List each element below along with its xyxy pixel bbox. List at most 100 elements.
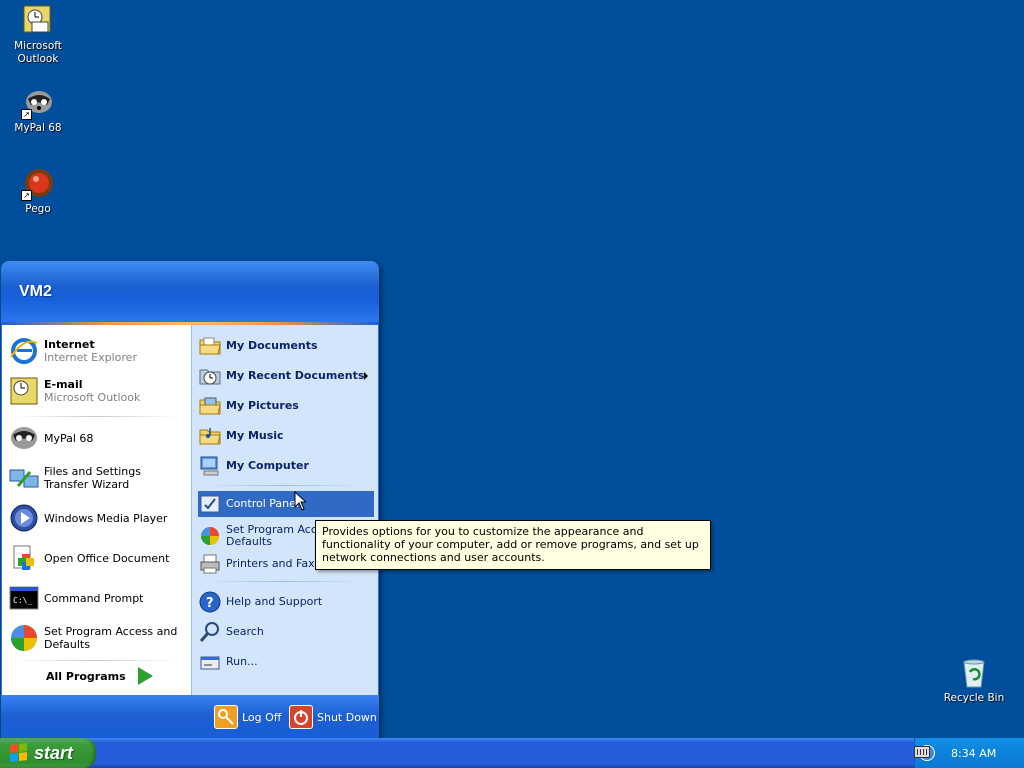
desktop-icon-pego[interactable]: ↗ Pego — [0, 167, 76, 216]
left-pane-separator — [12, 660, 180, 661]
start-menu-right-pane: My Documents My Recent Documents My Pict… — [191, 325, 378, 695]
folder-icon — [198, 334, 222, 358]
recent-item-label: Windows Media Player — [44, 511, 168, 525]
start-menu-footer: Log Off Shut Down — [1, 695, 379, 738]
left-pane-separator — [12, 416, 180, 417]
recent-item-media-player[interactable]: Windows Media Player — [8, 500, 188, 536]
start-label: start — [34, 742, 74, 763]
desktop-icon-label: Recycle Bin — [943, 692, 1005, 704]
log-off-button[interactable]: Log Off — [214, 705, 281, 729]
keyboard-icon[interactable] — [914, 746, 930, 758]
help-icon: ? — [198, 590, 222, 614]
windows-logo-icon — [10, 743, 28, 763]
place-label: My Pictures — [226, 399, 299, 412]
internet-explorer-icon — [8, 335, 40, 367]
program-access-icon — [8, 622, 40, 654]
command-prompt-icon: C:\_ — [8, 582, 40, 614]
recent-item-program-access[interactable]: Set Program Access and Defaults — [8, 620, 188, 656]
help-label: Search — [226, 625, 264, 638]
key-icon — [214, 705, 238, 729]
run-icon — [198, 650, 222, 674]
desktop-icon-label: Microsoft Outlook — [14, 40, 62, 65]
place-my-computer[interactable]: My Computer — [198, 453, 374, 479]
transfer-wizard-icon — [8, 462, 40, 494]
place-label: My Documents — [226, 339, 318, 352]
mouse-cursor-icon — [294, 491, 306, 511]
user-name: VM2 — [19, 283, 52, 300]
all-programs-button[interactable]: All Programs — [46, 667, 153, 685]
log-off-label: Log Off — [242, 710, 282, 724]
start-menu-left-pane: Internet Internet Explorer E-mail Micros… — [2, 325, 191, 695]
recent-item-label: Set Program Access and Defaults — [44, 625, 178, 651]
shut-down-button[interactable]: Shut Down — [289, 705, 377, 729]
clock[interactable]: 8:34 AM — [951, 747, 996, 760]
start-button[interactable]: start — [0, 738, 96, 768]
control-panel-icon — [198, 492, 222, 516]
right-pane-separator — [204, 581, 364, 582]
pinned-item-title: Internet — [44, 338, 95, 351]
help-label: Help and Support — [226, 595, 323, 608]
shortcut-arrow-icon: ↗ — [21, 109, 32, 120]
desktop-icon-mypal[interactable]: ↗ MyPal 68 — [0, 86, 76, 135]
all-programs-label: All Programs — [46, 669, 126, 683]
recent-item-label: Open Office Document — [44, 551, 170, 565]
recent-item-label: MyPal 68 — [44, 431, 94, 445]
pictures-folder-icon — [198, 394, 222, 418]
media-player-icon — [8, 502, 40, 534]
recent-item-command-prompt[interactable]: C:\_ Command Prompt — [8, 580, 188, 616]
system-label: Control Panel — [226, 497, 299, 510]
outlook-icon — [21, 4, 55, 38]
recent-item-office-document[interactable]: Open Office Document — [8, 540, 188, 576]
svg-text:?: ? — [206, 596, 214, 611]
submenu-arrow-icon — [364, 372, 368, 380]
printer-icon — [198, 552, 222, 576]
recent-item-label: Files and Settings Transfer Wizard — [44, 465, 141, 491]
system-tray: 8:34 AM — [914, 738, 1024, 768]
taskbar: start 8:34 AM — [0, 738, 1024, 768]
pego-icon: ↗ — [21, 167, 55, 201]
place-my-documents[interactable]: My Documents — [198, 333, 374, 359]
mypal-icon — [8, 422, 40, 454]
desktop-icon-label: Pego — [25, 203, 51, 215]
outlook-icon — [8, 375, 40, 407]
program-access-icon — [198, 524, 222, 548]
pinned-item-internet[interactable]: Internet Internet Explorer — [8, 333, 188, 369]
place-label: My Computer — [226, 459, 309, 472]
pinned-item-email[interactable]: E-mail Microsoft Outlook — [8, 373, 188, 409]
search-icon — [198, 620, 222, 644]
right-pane-separator — [204, 485, 364, 486]
desktop-icon-recycle-bin[interactable]: Recycle Bin — [936, 656, 1012, 705]
recycle-bin-icon — [957, 656, 991, 690]
pinned-item-subtitle: Internet Explorer — [44, 351, 137, 364]
power-icon — [289, 705, 313, 729]
desktop-icon-label: MyPal 68 — [14, 122, 62, 134]
svg-text:C:\_: C:\_ — [13, 596, 32, 605]
office-document-icon — [8, 542, 40, 574]
place-my-music[interactable]: My Music — [198, 423, 374, 449]
search[interactable]: Search — [198, 619, 374, 645]
run[interactable]: Run... — [198, 649, 374, 675]
place-label: My Music — [226, 429, 284, 442]
start-menu-header: VM2 — [1, 261, 379, 325]
recent-item-mypal[interactable]: MyPal 68 — [8, 420, 188, 456]
recent-item-label: Command Prompt — [44, 591, 144, 605]
start-menu: VM2 Internet Internet Explorer E-mail Mi… — [1, 261, 379, 738]
shortcut-arrow-icon: ↗ — [21, 190, 32, 201]
green-arrow-icon — [137, 667, 153, 685]
mypal-icon: ↗ — [21, 86, 55, 120]
recent-item-transfer-wizard[interactable]: Files and Settings Transfer Wizard — [8, 460, 188, 496]
system-label: Printers and Faxes — [226, 557, 327, 570]
place-my-recent-documents[interactable]: My Recent Documents — [198, 363, 374, 389]
shut-down-label: Shut Down — [317, 710, 377, 724]
help-label: Run... — [226, 655, 258, 668]
system-control-panel[interactable]: Control Panel — [198, 491, 374, 517]
computer-icon — [198, 454, 222, 478]
desktop-icon-outlook[interactable]: Microsoft Outlook — [0, 4, 76, 66]
music-folder-icon — [198, 424, 222, 448]
control-panel-tooltip: Provides options for you to customize th… — [315, 520, 711, 570]
pinned-item-subtitle: Microsoft Outlook — [44, 391, 141, 404]
help-and-support[interactable]: ? Help and Support — [198, 589, 374, 615]
pinned-item-title: E-mail — [44, 378, 83, 391]
place-label: My Recent Documents — [226, 369, 365, 382]
place-my-pictures[interactable]: My Pictures — [198, 393, 374, 419]
